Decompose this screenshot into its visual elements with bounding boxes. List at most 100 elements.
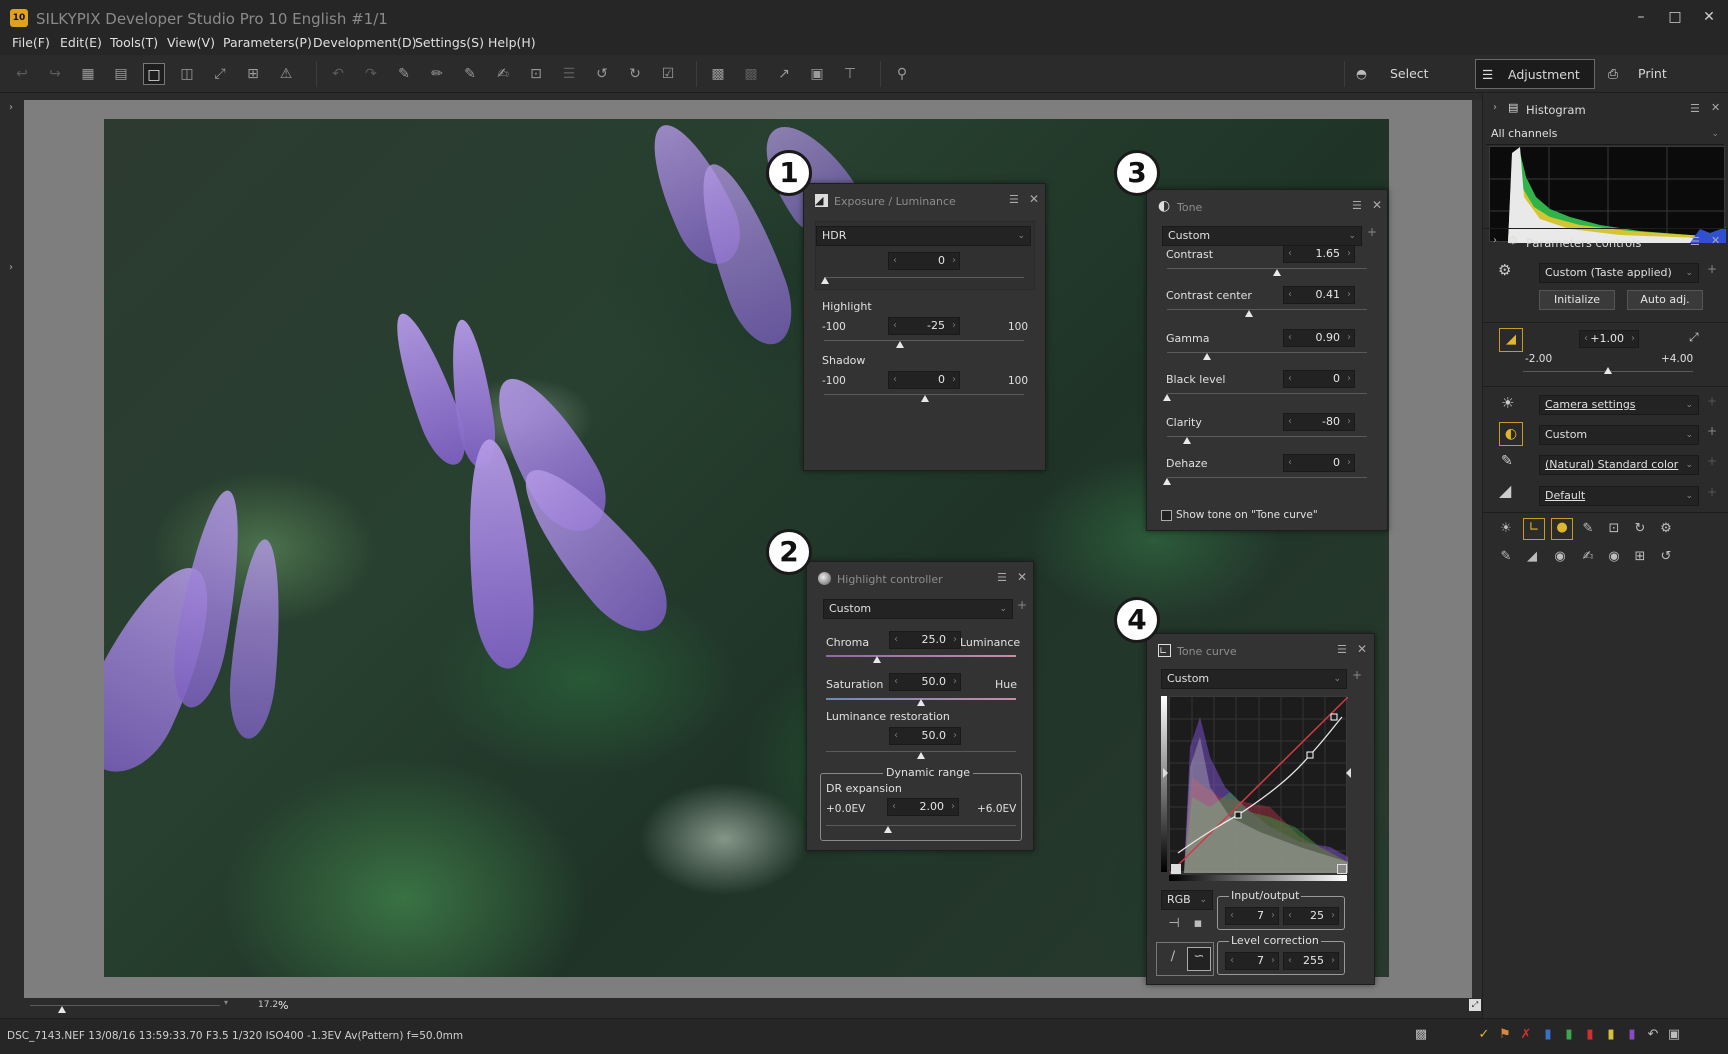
spin-left-icon[interactable]: ‹ bbox=[893, 253, 897, 269]
spin-left-icon[interactable]: ‹ bbox=[894, 674, 898, 690]
panel-menu-icon[interactable]: ☰ bbox=[1009, 193, 1019, 206]
spin-left-icon[interactable]: ‹ bbox=[1288, 908, 1292, 924]
tone-row-slider-track[interactable] bbox=[1167, 309, 1367, 310]
batch-develop-icon[interactable]: ▩ bbox=[740, 63, 762, 85]
spin-right-icon[interactable]: › bbox=[952, 253, 956, 269]
grid-overlay-icon[interactable]: ⊞ bbox=[242, 63, 264, 85]
initialize-button[interactable]: Initialize bbox=[1539, 290, 1615, 310]
spin-left-icon[interactable]: ‹ bbox=[893, 372, 897, 388]
white-balance-select[interactable]: Camera settings ⌄ bbox=[1539, 395, 1699, 415]
revert-icon[interactable]: ↶ bbox=[1644, 1026, 1662, 1044]
tone-row-slider-track[interactable] bbox=[1167, 352, 1367, 353]
sharpness-select[interactable]: Default ⌄ bbox=[1539, 486, 1699, 506]
tone-row-spinner[interactable]: ‹ 0 › bbox=[1283, 370, 1355, 388]
rotate-right-icon[interactable]: ↻ bbox=[624, 63, 646, 85]
loupe-icon[interactable]: ⚲ bbox=[891, 63, 913, 85]
highlight-preset-select[interactable]: Custom ⌄ bbox=[823, 599, 1013, 619]
spin-left-icon[interactable]: ‹ bbox=[894, 632, 898, 648]
ok-mark-icon[interactable]: ✓ bbox=[1475, 1026, 1493, 1044]
taste-preset-select[interactable]: Custom (Taste applied) ⌄ bbox=[1539, 263, 1699, 283]
blue-tag-icon[interactable]: ▮ bbox=[1539, 1026, 1557, 1044]
print-mode-button[interactable]: ⎙ Print bbox=[1604, 59, 1704, 89]
params-close-icon[interactable]: ✕ bbox=[1711, 234, 1720, 247]
spin-right-icon[interactable]: › bbox=[1347, 371, 1351, 387]
copy-params-icon[interactable]: ✎ bbox=[393, 63, 415, 85]
spin-right-icon[interactable]: › bbox=[1347, 287, 1351, 303]
panel-close-icon[interactable]: ✕ bbox=[1017, 570, 1027, 584]
exposure-icon[interactable]: ◢ bbox=[1499, 328, 1523, 352]
tone-curve-tool-icon[interactable]: ∟ bbox=[1523, 518, 1545, 540]
menu-edit[interactable]: Edit(E) bbox=[60, 35, 102, 50]
settings-tool-icon[interactable]: ⚙ bbox=[1657, 520, 1675, 538]
tone-row-slider-thumb[interactable] bbox=[1183, 437, 1191, 444]
spin-left-icon[interactable]: ‹ bbox=[1288, 455, 1292, 471]
panel-close-icon[interactable]: ✕ bbox=[1029, 192, 1039, 206]
prev-image-icon[interactable]: ↩ bbox=[11, 63, 33, 85]
reject-mark-icon[interactable]: ✗ bbox=[1517, 1026, 1535, 1044]
param-brush-icon[interactable]: ✍ bbox=[492, 63, 514, 85]
red-tag-icon[interactable]: ▮ bbox=[1581, 1026, 1599, 1044]
add-tone-icon[interactable]: + bbox=[1707, 424, 1717, 438]
tone-preset-select[interactable]: Custom ⌄ bbox=[1539, 425, 1699, 445]
spin-right-icon[interactable]: › bbox=[951, 799, 955, 815]
spin-right-icon[interactable]: › bbox=[1331, 953, 1335, 969]
spline-curve-icon[interactable]: ∽ bbox=[1187, 947, 1211, 971]
tone-row-slider-track[interactable] bbox=[1167, 436, 1367, 437]
layers-icon[interactable]: ☰ bbox=[558, 63, 580, 85]
mark-check-icon[interactable]: ☑ bbox=[657, 63, 679, 85]
spin-right-icon[interactable]: › bbox=[953, 728, 957, 744]
level-input-spinner[interactable]: ‹ 7 › bbox=[1225, 952, 1279, 970]
eyedropper-icon[interactable]: ⊣ bbox=[1165, 915, 1183, 933]
spin-right-icon[interactable]: › bbox=[953, 632, 957, 648]
tone-row-spinner[interactable]: ‹ 0 › bbox=[1283, 454, 1355, 472]
spin-right-icon[interactable]: › bbox=[953, 674, 957, 690]
spin-right-icon[interactable]: › bbox=[1631, 331, 1635, 347]
disk-icon[interactable]: ▩ bbox=[1412, 1026, 1430, 1044]
green-tag-icon[interactable]: ▮ bbox=[1560, 1026, 1578, 1044]
select-mode-button[interactable]: ◓ Select bbox=[1354, 59, 1454, 89]
fit-to-window-icon[interactable]: ⤢ bbox=[1469, 999, 1481, 1011]
tool-t-icon[interactable]: ⊤ bbox=[839, 63, 861, 85]
eye-tool-icon[interactable]: ◉ bbox=[1551, 548, 1569, 566]
expand-left-mid-icon[interactable]: › bbox=[9, 262, 13, 273]
menu-help[interactable]: Help(H) bbox=[488, 35, 536, 50]
spin-right-icon[interactable]: › bbox=[1347, 246, 1351, 262]
level-output-spinner[interactable]: ‹ 255 › bbox=[1283, 952, 1339, 970]
add-taste-icon[interactable]: + bbox=[1707, 262, 1717, 276]
highlight-spinner[interactable]: ‹ -25 › bbox=[888, 317, 960, 335]
noise-tool-icon[interactable]: ✎ bbox=[1497, 548, 1515, 566]
tone-row-slider-track[interactable] bbox=[1167, 268, 1367, 269]
color-pen-icon[interactable]: ✎ bbox=[1501, 453, 1513, 469]
dropper-tool-icon[interactable]: ✎ bbox=[1579, 520, 1597, 538]
sharpen-tool-icon[interactable]: ◢ bbox=[1523, 548, 1541, 566]
hdr-slider-thumb[interactable] bbox=[821, 277, 829, 284]
spin-left-icon[interactable]: ‹ bbox=[1288, 953, 1292, 969]
tone-row-slider-thumb[interactable] bbox=[1245, 310, 1253, 317]
adjustment-mode-button[interactable]: ☰ Adjustment bbox=[1475, 59, 1595, 89]
fullscreen-icon[interactable]: ⤢ bbox=[209, 63, 231, 85]
spin-right-icon[interactable]: › bbox=[952, 372, 956, 388]
channel-select[interactable]: RGB ⌄ bbox=[1161, 890, 1213, 910]
menu-parameters[interactable]: Parameters(P) bbox=[223, 35, 312, 50]
hdr-value-spinner[interactable]: ‹ 0 › bbox=[888, 252, 960, 270]
spin-right-icon[interactable]: › bbox=[1347, 330, 1351, 346]
paste-params-icon[interactable]: ✏ bbox=[426, 63, 448, 85]
add-preset-icon[interactable]: + bbox=[1017, 598, 1027, 612]
transform-tool-icon[interactable]: ↺ bbox=[1657, 548, 1675, 566]
exposure-slider-thumb[interactable] bbox=[1604, 367, 1612, 374]
display-icon[interactable]: ▣ bbox=[806, 63, 828, 85]
minimize-button[interactable]: – bbox=[1626, 4, 1656, 30]
input-marker-right[interactable] bbox=[1346, 768, 1351, 778]
luminance-restoration-spinner[interactable]: ‹ 50.0 › bbox=[889, 727, 961, 745]
tone-row-slider-thumb[interactable] bbox=[1273, 269, 1281, 276]
spin-left-icon[interactable]: ‹ bbox=[1288, 330, 1292, 346]
spin-left-icon[interactable]: ‹ bbox=[1584, 331, 1588, 347]
histogram-menu-icon[interactable]: ☰ bbox=[1690, 102, 1700, 115]
spin-left-icon[interactable]: ‹ bbox=[893, 318, 897, 334]
histogram-channel-select[interactable]: All channels ⌄ bbox=[1486, 125, 1724, 145]
tone-row-slider-thumb[interactable] bbox=[1163, 394, 1171, 401]
add-preset-icon[interactable]: + bbox=[1352, 668, 1362, 682]
hdr-slider-track[interactable] bbox=[824, 277, 1024, 278]
highlight-slider-track[interactable] bbox=[824, 340, 1024, 341]
redo-icon[interactable]: ↷ bbox=[360, 63, 382, 85]
